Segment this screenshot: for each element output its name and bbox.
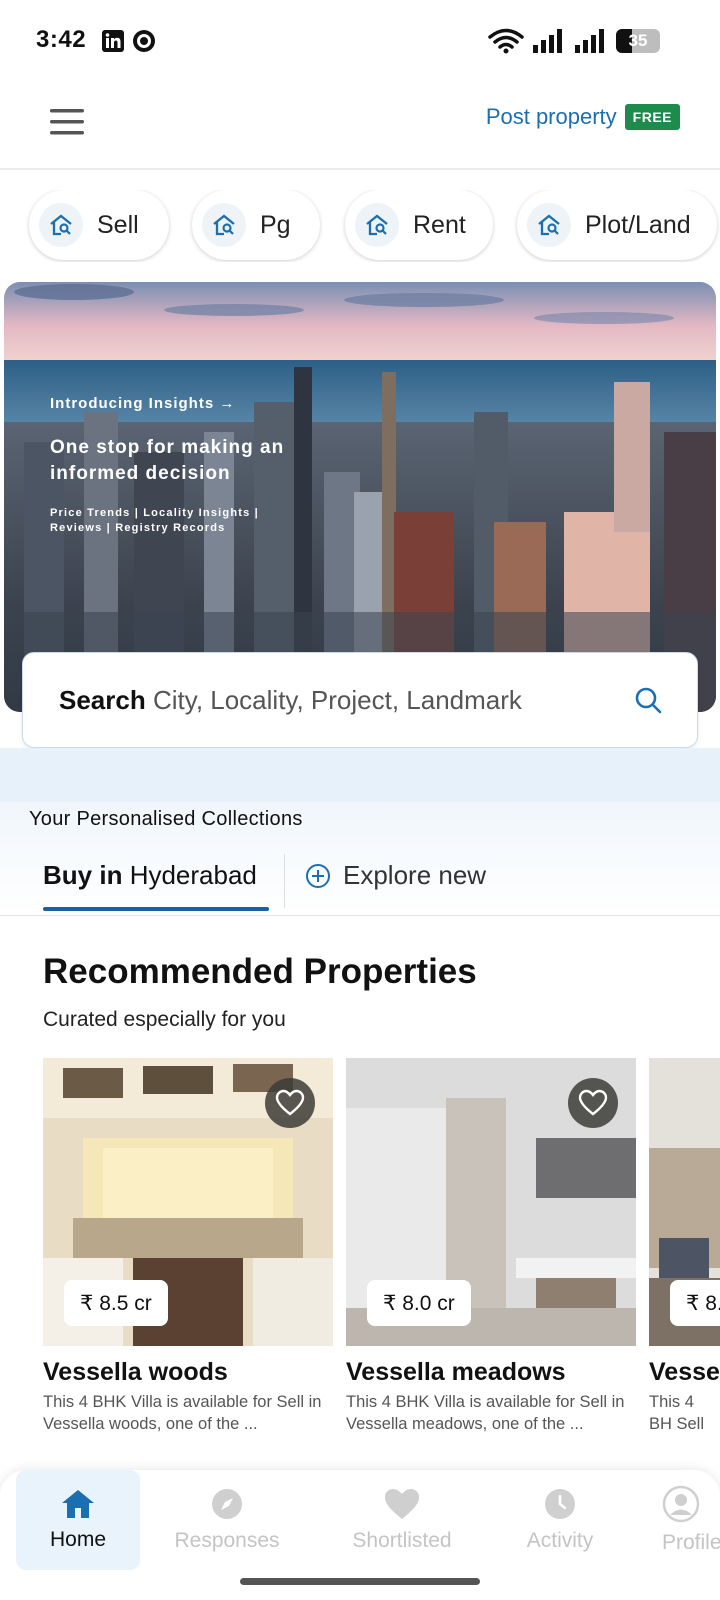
tab-underline: [43, 907, 269, 911]
chip-label: Pg: [260, 210, 291, 239]
hamburger-menu-icon[interactable]: [50, 106, 86, 138]
battery-icon: 35: [616, 29, 660, 53]
heart-icon: [385, 1489, 419, 1519]
heart-icon: [578, 1089, 608, 1116]
chip-pg[interactable]: Pg: [192, 190, 320, 260]
heart-icon: [275, 1089, 305, 1116]
chip-plot-land[interactable]: Plot/Land: [517, 190, 717, 260]
status-time: 3:42: [36, 26, 87, 53]
signal-icon-2: [575, 29, 604, 53]
nav-label: Responses: [174, 1529, 280, 1552]
section-subtitle: Curated especially for you: [43, 1008, 286, 1031]
search-icon[interactable]: [633, 685, 663, 715]
property-name: Vessella woods: [43, 1358, 228, 1386]
search-label: Search: [59, 685, 146, 715]
price-tag: ₹ 8.: [670, 1280, 720, 1326]
property-image: ₹ 8.5 cr: [43, 1058, 333, 1346]
home-icon: [62, 1490, 94, 1518]
nav-home[interactable]: Home: [16, 1470, 140, 1570]
nav-label: Profile: [662, 1531, 720, 1554]
search-input[interactable]: Search City, Locality, Project, Landmark: [59, 685, 522, 716]
property-description: This 4 BH Sell in Ve: [649, 1393, 705, 1433]
clock-icon: [545, 1489, 575, 1519]
battery-level: 35: [628, 31, 648, 50]
tab-divider: [284, 854, 285, 908]
wifi-icon: [488, 28, 524, 54]
gesture-bar[interactable]: [240, 1578, 480, 1585]
nav-activity[interactable]: Activity: [500, 1470, 620, 1570]
post-property-label: Post property: [485, 104, 617, 129]
price-tag: ₹ 8.5 cr: [64, 1280, 168, 1326]
free-badge: FREE: [624, 104, 680, 130]
search-bar[interactable]: Search City, Locality, Project, Landmark: [22, 652, 698, 748]
property-card[interactable]: ₹ 8. Vesse This 4 BH Sell in Ve: [649, 1058, 720, 1435]
category-chips: Sell Pg Rent Plot/Land: [0, 190, 720, 262]
shortlist-button[interactable]: [568, 1078, 618, 1128]
property-card[interactable]: ₹ 8.5 cr Vessella woods This 4 BHK Villa…: [43, 1058, 333, 1435]
hero-headline: One stop for making an informed decision: [50, 437, 285, 484]
chip-label: Sell: [97, 210, 139, 239]
profile-icon: [662, 1485, 700, 1523]
hero-intro: Introducing Insights →: [50, 395, 236, 412]
property-image: ₹ 8.: [649, 1058, 720, 1346]
collections-title: Your Personalised Collections: [29, 808, 303, 830]
nav-label: Home: [49, 1528, 107, 1551]
property-description: This 4 BHK Villa is available for Sell i…: [43, 1393, 322, 1433]
app-ring-icon: [133, 30, 155, 52]
nav-shortlisted[interactable]: Shortlisted: [336, 1470, 468, 1570]
property-image: ₹ 8.0 cr: [346, 1058, 636, 1346]
hero-subline: Price Trends | Locality Insights | Revie…: [50, 507, 259, 534]
tab-buy-hyderabad[interactable]: Buy in Hyderabad: [43, 860, 257, 891]
add-circle-icon: [306, 863, 330, 888]
property-name: Vesse: [649, 1358, 720, 1386]
nav-profile[interactable]: Profile: [648, 1470, 720, 1570]
home-search-icon: [39, 203, 83, 247]
property-description: This 4 BHK Villa is available for Sell i…: [346, 1393, 625, 1433]
signal-icon: [533, 29, 562, 53]
status-icons: 35: [488, 26, 660, 56]
app-header: Post property FREE: [0, 84, 720, 170]
chip-label: Rent: [413, 210, 466, 239]
status-bar: 3:42 35: [0, 0, 720, 84]
post-property-button[interactable]: Post property FREE: [486, 104, 680, 130]
chip-sell[interactable]: Sell: [29, 190, 169, 260]
nav-label: Shortlisted: [352, 1529, 452, 1552]
search-placeholder: City, Locality, Project, Landmark: [152, 685, 522, 715]
linkedin-icon: [102, 30, 124, 52]
insights-banner[interactable]: Introducing Insights → One stop for maki…: [4, 282, 716, 712]
nav-label: Activity: [526, 1529, 594, 1552]
home-search-icon: [355, 203, 399, 247]
tab-buy-city: Hyderabad: [129, 860, 257, 890]
city-skyline-image: [4, 282, 716, 712]
home-search-icon: [202, 203, 246, 247]
chip-rent[interactable]: Rent: [345, 190, 493, 260]
price-tag: ₹ 8.0 cr: [367, 1280, 471, 1326]
tab-explore-label: Explore new: [343, 860, 487, 890]
chip-label: Plot/Land: [585, 210, 691, 239]
property-name: Vessella meadows: [346, 1358, 566, 1386]
shortlist-button[interactable]: [265, 1078, 315, 1128]
home-search-icon: [527, 203, 571, 247]
compass-icon: [212, 1489, 242, 1519]
collections-band: [0, 748, 720, 802]
tab-buy-label: Buy in: [43, 860, 123, 890]
nav-responses[interactable]: Responses: [162, 1470, 292, 1570]
section-title: Recommended Properties: [43, 952, 477, 991]
property-card[interactable]: ₹ 8.0 cr Vessella meadows This 4 BHK Vil…: [346, 1058, 636, 1435]
tab-explore-new[interactable]: Explore new: [305, 860, 486, 891]
personalised-collections: Your Personalised Collections Buy in Hyd…: [0, 802, 720, 916]
